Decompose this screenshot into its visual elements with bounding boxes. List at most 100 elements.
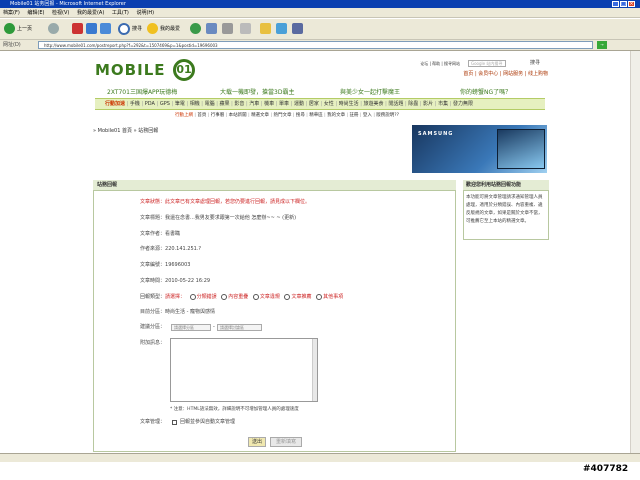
menu-view[interactable]: 检视(V): [52, 8, 69, 18]
category-nav-item-13[interactable]: 運動: [294, 101, 304, 107]
id-row: 文章編號：19696003: [140, 261, 190, 269]
category-nav-item-4[interactable]: GPS: [160, 101, 170, 107]
forward-button[interactable]: [48, 22, 61, 36]
promo-link-2[interactable]: 大载一機即發，搶當3D霸主: [220, 88, 294, 97]
top-nav-links[interactable]: 论坛 | 帮助 | 搜寻网站: [420, 60, 460, 68]
status-warning: 文章狀態：此文章已有文章處理回報，若您仍要進行回報，請見成以下欄位。: [140, 199, 311, 205]
info-panel-title: 歡迎您利用站務回報功能: [463, 180, 549, 191]
back-arrow-icon: [4, 23, 15, 34]
category-nav-item-11[interactable]: 機車: [264, 101, 274, 107]
sub-nav-item-4[interactable]: 本站新聞: [229, 113, 247, 118]
radio-category-3[interactable]: [252, 293, 259, 300]
star-icon: [147, 23, 158, 34]
search-button[interactable]: 搜寻: [118, 22, 142, 36]
window-title: Mobile01 站务回报 - Microsoft Internet Explo…: [10, 1, 126, 7]
radio-category-2[interactable]: [221, 293, 228, 300]
category-nav-item-22[interactable]: 發力無限: [453, 101, 473, 107]
promo-link-4[interactable]: 你的螃蟹NG了嗎？: [460, 88, 511, 97]
sub-nav-item-6[interactable]: 熱門文章: [273, 113, 291, 118]
go-button[interactable]: →: [597, 41, 607, 49]
move-board-select[interactable]: 請選擇討論區: [217, 324, 262, 331]
page-scrollbar[interactable]: [630, 51, 640, 453]
folder-icon: [260, 23, 271, 34]
category-nav-item-18[interactable]: 閒話題: [388, 101, 403, 107]
sub-nav-item-10[interactable]: 註冊: [350, 113, 359, 118]
search-icon: [118, 22, 130, 35]
category-nav-item-7[interactable]: 電腦: [205, 101, 215, 107]
category-nav-item-19[interactable]: 除蟲: [408, 101, 418, 107]
site-search-input[interactable]: Google 站内搜寻: [468, 60, 506, 67]
category-nav-item-12[interactable]: 單車: [279, 101, 289, 107]
radio-category-4[interactable]: [284, 293, 291, 300]
promo-bar: 2XT701三国爆APP玩德梅 大载一機即發，搶當3D霸主 與美少女一起打擊魔王…: [95, 88, 550, 97]
sub-nav-item-5[interactable]: 精選文章: [251, 113, 269, 118]
attach-row: 附加訊息：: [140, 339, 165, 347]
ad-banner[interactable]: SAMSUNG: [412, 125, 547, 173]
history-icon: [190, 23, 201, 34]
home-button[interactable]: [100, 22, 113, 36]
menu-favorites[interactable]: 我的最爱(A): [77, 8, 104, 18]
attach-message-textarea[interactable]: [170, 338, 318, 402]
close-button[interactable]: ×: [628, 1, 635, 7]
status-bar: [0, 453, 640, 462]
category-nav-item-8[interactable]: 蘋果: [219, 101, 229, 107]
category-nav-item-21[interactable]: 市集: [438, 101, 448, 107]
messenger-button[interactable]: [276, 22, 289, 36]
favorites-button[interactable]: 我的最爱: [147, 22, 180, 36]
maximize-button[interactable]: □: [620, 1, 627, 7]
move-forum-select[interactable]: 請選擇分區: [171, 324, 211, 331]
minimize-button[interactable]: _: [612, 1, 619, 7]
menu-help[interactable]: 说明(H): [136, 8, 154, 18]
category-nav-item-15[interactable]: 女性: [324, 101, 334, 107]
folder-button[interactable]: [260, 22, 273, 36]
sub-nav-item-1[interactable]: 行動上網: [175, 113, 193, 118]
category-nav-item-17[interactable]: 旅遊美食: [364, 101, 384, 107]
history-button[interactable]: [190, 22, 203, 36]
breadcrumb[interactable]: » Mobile01 首頁 » 站務回報: [93, 127, 293, 135]
stop-icon: [72, 23, 83, 34]
menu-tools[interactable]: 工具(T): [112, 8, 129, 18]
stop-button[interactable]: [72, 22, 85, 36]
textarea-scrollbar[interactable]: [312, 339, 317, 401]
menu-edit[interactable]: 编辑(E): [27, 8, 44, 18]
category-nav-item-14[interactable]: 居家: [309, 101, 319, 107]
sub-nav-item-3[interactable]: 行事曆: [211, 113, 225, 118]
sub-nav-item-11[interactable]: 登入: [363, 113, 372, 118]
menu-file[interactable]: 档案(F): [3, 8, 20, 18]
address-input[interactable]: http://www.mobile01.com/postreport.php?f…: [38, 41, 593, 49]
user-links[interactable]: 首页 | 会员中心 | 网站服务 | 线上购物: [420, 70, 548, 78]
sub-nav-item-7[interactable]: 搜尋: [296, 113, 305, 118]
category-nav-item-5[interactable]: 筆電: [175, 101, 185, 107]
submit-button[interactable]: 送出: [248, 437, 266, 447]
back-button[interactable]: 上一页: [4, 22, 32, 36]
tools-button[interactable]: [292, 22, 305, 36]
radio-category-1[interactable]: [189, 293, 196, 300]
radio-category-5[interactable]: [316, 293, 323, 300]
category-nav-item-10[interactable]: 汽車: [249, 101, 259, 107]
sub-nav-item-8[interactable]: 精華區: [309, 113, 323, 118]
author-label: 文章作者：: [140, 231, 166, 237]
reset-button[interactable]: 重新填寫: [270, 437, 302, 447]
refresh-button[interactable]: [86, 22, 99, 36]
category-nav-item-2[interactable]: 手機: [130, 101, 140, 107]
edit-button[interactable]: [240, 22, 253, 36]
print-button[interactable]: [222, 22, 235, 36]
tv-image: [497, 129, 545, 169]
category-nav-item-9[interactable]: 影音: [234, 101, 244, 107]
auto-manage-checkbox[interactable]: [172, 420, 177, 425]
subject-value: 我還在念書...我男友要求跟第一次給他 怎麼辦~~ ~ (更新): [165, 215, 297, 221]
category-nav-item-16[interactable]: 時尚生活: [339, 101, 359, 107]
sub-nav-item-9[interactable]: 我的文章: [327, 113, 345, 118]
category-nav-item-20[interactable]: 影片: [423, 101, 433, 107]
category-nav-item-6[interactable]: 相機: [190, 101, 200, 107]
mail-button[interactable]: [206, 22, 219, 36]
site-search-button[interactable]: 搜寻: [530, 59, 550, 68]
info-panel-body: 本功能可將文章管理請求通知管理人員處理，適用於分類錯誤、內容重複、違反版規的文章…: [466, 195, 543, 224]
category-nav-item-1[interactable]: 行動加速: [105, 101, 125, 107]
promo-link-1[interactable]: 2XT701三国爆APP玩德梅: [107, 88, 177, 97]
site-logo[interactable]: MOBILE: [95, 60, 215, 80]
category-row: 回報類型：請選擇： 分類錯誤 內容重疊 文章違規 文章推薦 其他事項: [140, 293, 343, 301]
sub-nav-item-12[interactable]: 版務說明??: [376, 113, 399, 118]
promo-link-3[interactable]: 與美少女一起打擊魔王: [340, 88, 400, 97]
category-nav-item-3[interactable]: PDA: [145, 101, 155, 107]
